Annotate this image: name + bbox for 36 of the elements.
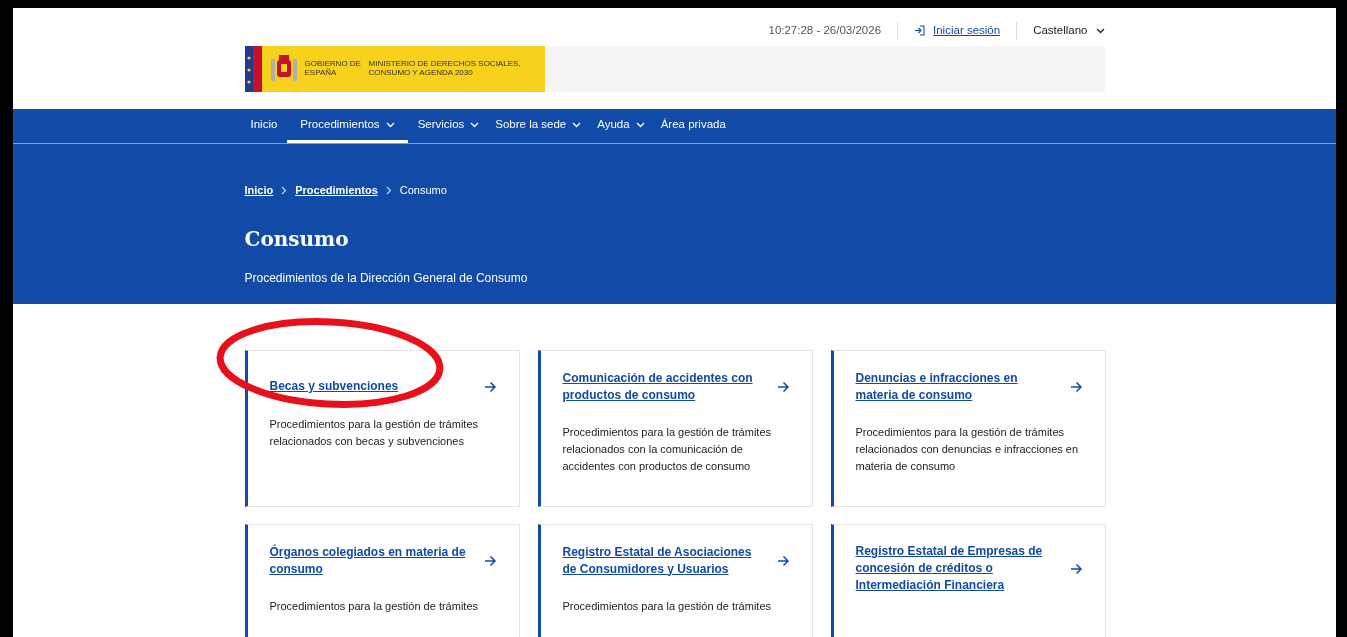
nav-tab[interactable]: Área privada	[654, 109, 732, 143]
breadcrumb-link[interactable]: Inicio	[244, 182, 274, 199]
chevron-down-icon	[1095, 27, 1105, 34]
card-title-link[interactable]: Denuncias e infracciones en materia de consumo	[855, 369, 1054, 404]
card-description: Procedimientos para la gestión de trámites	[269, 599, 479, 614]
card-title-link[interactable]: Registro Estatal de Empresas de concesión de créditos o Intermediación Financiera	[855, 543, 1054, 594]
arrow-right-icon	[483, 380, 497, 393]
page-title: Consumo	[244, 226, 350, 251]
nav-tab[interactable]: Sobre la sede	[489, 109, 588, 143]
chevron-right-icon	[385, 185, 392, 195]
arrow-right-icon	[776, 380, 790, 393]
card-title-link[interactable]: Becas y subvenciones	[269, 378, 399, 395]
card-title-link[interactable]: Órganos colegiados en materia de consumo	[269, 543, 468, 578]
clock-text: 10:27:28 - 26/03/2026	[768, 23, 882, 38]
card-description: Procedimientos para la gestión de trámites	[562, 599, 772, 614]
nav-tab[interactable]: Servicios	[411, 109, 486, 143]
arrow-right-icon	[776, 554, 790, 567]
login-link[interactable]: Iniciar sesión	[914, 22, 1001, 40]
ministry-logo-text: MINISTERIO DE DERECHOS SOCIALES, CONSUMO Y AGENDA 2030	[368, 60, 522, 78]
nav-tab[interactable]: Ayuda	[591, 109, 651, 143]
breadcrumb-current: Consumo	[399, 183, 447, 198]
card-description: Procedimientos para la gestión de trámites relacionados con la comunicación de accidentes con productos de consumo	[562, 425, 772, 474]
language-selector[interactable]: Castellano	[1033, 22, 1105, 40]
arrow-right-icon	[1069, 380, 1083, 393]
arrow-right-icon	[483, 554, 497, 567]
card-description: Procedimientos para la gestión de trámites relacionados con becas y subvenciones	[269, 417, 479, 449]
page-subtitle: Procedimientos de la Dirección General de Consumo	[244, 269, 529, 287]
breadcrumb-link[interactable]: Procedimientos	[295, 182, 378, 199]
arrow-right-icon	[1069, 562, 1083, 575]
sign-in-icon	[914, 25, 926, 37]
card-description: Procedimientos para la gestión de trámites relacionados con denuncias e infracciones en materia de consumo	[855, 425, 1080, 474]
government-logo-text: GOBIERNO DE ESPAÑA	[304, 60, 362, 78]
card-title-link[interactable]: Comunicación de accidentes con productos de consumo	[562, 369, 761, 404]
chevron-right-icon	[281, 185, 288, 195]
card-title-link[interactable]: Registro Estatal de Asociaciones de Consumidores y Usuarios	[562, 543, 761, 578]
nav-tab[interactable]: Inicio	[244, 109, 284, 143]
